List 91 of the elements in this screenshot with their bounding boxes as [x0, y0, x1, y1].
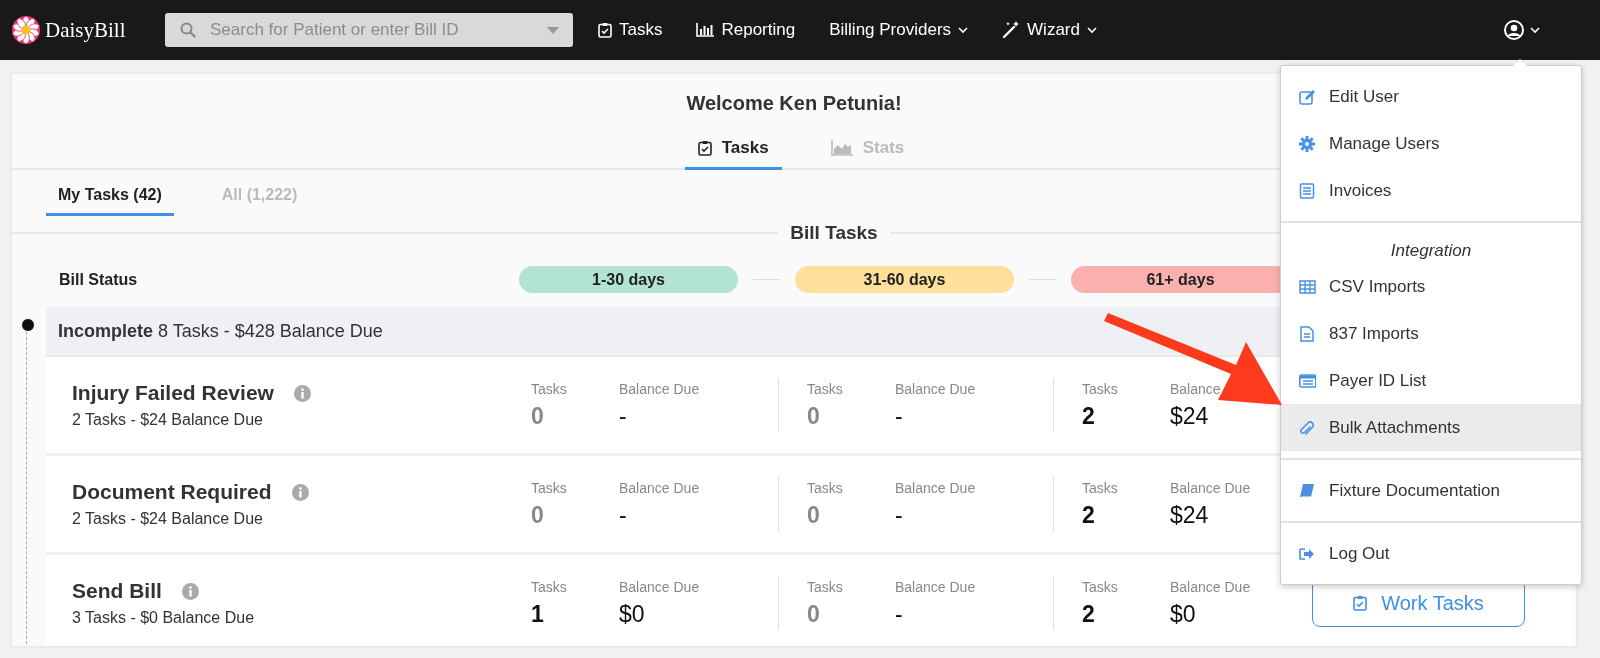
- clipboard-icon: [598, 22, 612, 38]
- search-icon: [180, 22, 196, 38]
- nav-link[interactable]: Wizard: [1002, 20, 1097, 40]
- stat-label: Balance: [1170, 380, 1222, 397]
- balance-value: -: [895, 402, 904, 430]
- balance-value: $0: [619, 600, 646, 628]
- group-summary: Incomplete 8 Tasks - $428 Balance Due: [58, 320, 383, 342]
- task-title: Injury Failed Review: [72, 381, 274, 405]
- task-count: 0: [807, 402, 821, 430]
- task-count: 0: [531, 402, 545, 430]
- view-tab[interactable]: Tasks: [684, 132, 782, 170]
- menu-item[interactable]: Edit User: [1281, 73, 1581, 120]
- task-summary: 2 Tasks - $24 Balance Due: [72, 510, 264, 528]
- stat-label: Tasks: [531, 479, 568, 496]
- welcome-heading: Welcome Ken Petunia!: [686, 92, 902, 114]
- stat-label: Tasks: [807, 380, 844, 397]
- task-count: 2: [1082, 402, 1096, 430]
- file-icon: [1299, 325, 1316, 342]
- book-icon: [1299, 482, 1316, 499]
- menu-item[interactable]: Payer ID List: [1281, 357, 1581, 404]
- stat-label: Balance Due: [895, 479, 977, 496]
- menu-item[interactable]: Invoices: [1281, 167, 1581, 214]
- menu-item[interactable]: Manage Users: [1281, 120, 1581, 167]
- stat-label: Tasks: [1082, 578, 1119, 595]
- task-summary: 3 Tasks - $0 Balance Due: [72, 609, 256, 627]
- task-title: Document Required: [72, 480, 272, 504]
- menu-item[interactable]: Bulk Attachments: [1281, 404, 1581, 451]
- balance-value: -: [895, 600, 904, 628]
- nav-link[interactable]: Billing Providers: [829, 20, 969, 40]
- stat-label: Tasks: [531, 578, 568, 595]
- stat-label: Tasks: [807, 479, 844, 496]
- task-count: 2: [1082, 501, 1096, 529]
- chevron-down-icon: [958, 26, 969, 34]
- stat-label: Balance Due: [619, 380, 701, 397]
- age-range-pill: 31-60 days: [795, 266, 1014, 293]
- task-title: Send Bill: [72, 579, 162, 603]
- paperclip-icon: [1299, 419, 1316, 436]
- task-count: 0: [807, 600, 821, 628]
- clipboard-icon: [697, 140, 712, 156]
- info-icon: [293, 384, 311, 402]
- info-icon: [291, 483, 309, 501]
- user-menu-button[interactable]: [1504, 20, 1540, 40]
- task-count: 1: [531, 600, 545, 628]
- nav-link[interactable]: Tasks: [598, 20, 663, 40]
- settings-icon: [1299, 135, 1316, 152]
- user-avatar-icon: [1504, 20, 1524, 40]
- bar-chart-icon: [696, 23, 715, 37]
- balance-value: $24: [1170, 402, 1210, 430]
- daisy-logo-icon: [12, 16, 40, 44]
- balance-value: -: [895, 501, 904, 529]
- stat-label: Tasks: [531, 380, 568, 397]
- balance-value: -: [619, 501, 628, 529]
- stat-label: Balance Due: [619, 578, 701, 595]
- list-card-icon: [1299, 372, 1316, 389]
- chevron-down-icon: [1530, 26, 1540, 34]
- brand-name[interactable]: DaisyBill: [45, 17, 126, 43]
- table-icon: [1299, 278, 1316, 295]
- task-count: 2: [1082, 600, 1096, 628]
- search-field[interactable]: Search for Patient or enter Bill ID: [165, 13, 573, 47]
- stat-label: Balance Due: [895, 578, 977, 595]
- caret-down-icon: [547, 27, 559, 34]
- stat-label: Tasks: [1082, 479, 1119, 496]
- stat-label: Tasks: [807, 578, 844, 595]
- task-count: 0: [807, 501, 821, 529]
- column-label: Bill Status: [59, 270, 139, 289]
- menu-item[interactable]: Log Out: [1281, 530, 1581, 577]
- menu-section-header: Integration: [1389, 240, 1473, 262]
- menu-item[interactable]: Fixture Documentation: [1281, 467, 1581, 514]
- age-range-pill: 1-30 days: [519, 266, 738, 293]
- menu-item[interactable]: 837 Imports: [1281, 310, 1581, 357]
- logout-icon: [1299, 545, 1316, 562]
- task-filter-tab[interactable]: My Tasks (42): [46, 186, 174, 216]
- task-summary: 2 Tasks - $24 Balance Due: [72, 411, 264, 429]
- stat-label: Balance Due: [1170, 479, 1252, 496]
- balance-value: -: [619, 402, 628, 430]
- stat-label: Balance Due: [895, 380, 977, 397]
- task-count: 0: [531, 501, 545, 529]
- stat-label: Balance Due: [1170, 578, 1252, 595]
- clipboard-icon: [1353, 595, 1368, 611]
- magic-wand-icon: [1002, 21, 1021, 39]
- area-chart-icon: [830, 140, 853, 156]
- balance-value: $0: [1170, 600, 1197, 628]
- stat-label: Balance Due: [619, 479, 701, 496]
- timeline-dot: [21, 318, 35, 332]
- stat-label: Tasks: [1082, 380, 1119, 397]
- document-icon: [1299, 182, 1316, 199]
- balance-value: $24: [1170, 501, 1210, 529]
- nav-link[interactable]: Reporting: [696, 20, 796, 40]
- info-icon: [181, 582, 199, 600]
- edit-icon: [1299, 88, 1316, 105]
- chevron-down-icon: [1087, 26, 1097, 34]
